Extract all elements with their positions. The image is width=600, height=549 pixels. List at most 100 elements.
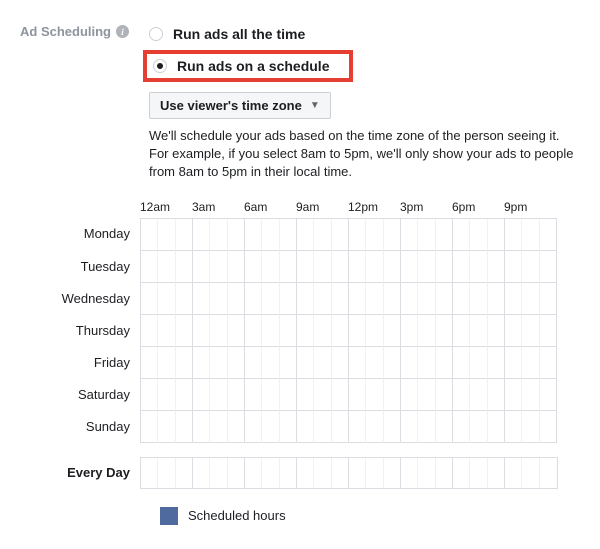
schedule-cell[interactable] <box>470 283 487 315</box>
schedule-cell[interactable] <box>176 315 193 347</box>
schedule-cell[interactable] <box>349 219 366 251</box>
everyday-cells[interactable] <box>140 457 558 489</box>
everyday-cell[interactable] <box>262 458 279 488</box>
everyday-cell[interactable] <box>418 458 435 488</box>
schedule-cell[interactable] <box>297 315 314 347</box>
schedule-cell[interactable] <box>522 347 539 379</box>
schedule-cell[interactable] <box>436 283 453 315</box>
info-icon[interactable]: i <box>116 25 129 38</box>
schedule-cell[interactable] <box>505 411 522 443</box>
schedule-cell[interactable] <box>349 379 366 411</box>
schedule-cell[interactable] <box>418 411 435 443</box>
schedule-cell[interactable] <box>297 251 314 283</box>
schedule-cell[interactable] <box>436 251 453 283</box>
schedule-cell[interactable] <box>401 379 418 411</box>
schedule-cell[interactable] <box>262 283 279 315</box>
schedule-cell[interactable] <box>193 251 210 283</box>
schedule-cell[interactable] <box>280 379 297 411</box>
schedule-cell[interactable] <box>210 315 227 347</box>
schedule-cell[interactable] <box>297 219 314 251</box>
schedule-cell[interactable] <box>158 283 175 315</box>
schedule-cell[interactable] <box>228 219 245 251</box>
schedule-cell[interactable] <box>262 315 279 347</box>
schedule-cell[interactable] <box>349 251 366 283</box>
schedule-cell[interactable] <box>436 411 453 443</box>
everyday-cell[interactable] <box>522 458 539 488</box>
schedule-cell[interactable] <box>228 283 245 315</box>
schedule-cell[interactable] <box>210 251 227 283</box>
schedule-cell[interactable] <box>540 379 557 411</box>
schedule-cell[interactable] <box>245 379 262 411</box>
schedule-cell[interactable] <box>314 411 331 443</box>
radio-run-on-schedule[interactable]: Run ads on a schedule <box>143 50 353 82</box>
everyday-cell[interactable] <box>401 458 418 488</box>
schedule-cell[interactable] <box>453 315 470 347</box>
schedule-cell[interactable] <box>418 251 435 283</box>
schedule-cell[interactable] <box>470 379 487 411</box>
schedule-cell[interactable] <box>297 379 314 411</box>
schedule-cell[interactable] <box>505 251 522 283</box>
schedule-cell[interactable] <box>488 379 505 411</box>
schedule-cell[interactable] <box>453 251 470 283</box>
schedule-cell[interactable] <box>158 251 175 283</box>
schedule-cell[interactable] <box>332 251 349 283</box>
schedule-cell[interactable] <box>210 379 227 411</box>
schedule-cell[interactable] <box>505 315 522 347</box>
schedule-cell[interactable] <box>384 411 401 443</box>
schedule-cell[interactable] <box>228 411 245 443</box>
schedule-cell[interactable] <box>314 219 331 251</box>
schedule-cell[interactable] <box>436 219 453 251</box>
schedule-cell[interactable] <box>228 251 245 283</box>
schedule-cell[interactable] <box>349 347 366 379</box>
schedule-cell[interactable] <box>245 347 262 379</box>
everyday-cell[interactable] <box>349 458 366 488</box>
schedule-cell[interactable] <box>453 283 470 315</box>
schedule-cell[interactable] <box>488 251 505 283</box>
everyday-cell[interactable] <box>453 458 470 488</box>
schedule-cell[interactable] <box>158 379 175 411</box>
schedule-cell[interactable] <box>158 219 175 251</box>
schedule-cell[interactable] <box>297 411 314 443</box>
everyday-cell[interactable] <box>193 458 210 488</box>
schedule-cell[interactable] <box>210 411 227 443</box>
schedule-cell[interactable] <box>384 315 401 347</box>
schedule-cell[interactable] <box>401 411 418 443</box>
everyday-cell[interactable] <box>176 458 193 488</box>
schedule-cell[interactable] <box>141 379 158 411</box>
day-cells[interactable] <box>140 315 557 347</box>
schedule-cell[interactable] <box>418 315 435 347</box>
schedule-cell[interactable] <box>540 283 557 315</box>
schedule-cell[interactable] <box>141 219 158 251</box>
schedule-cell[interactable] <box>193 283 210 315</box>
schedule-cell[interactable] <box>366 283 383 315</box>
day-cells[interactable] <box>140 283 557 315</box>
schedule-cell[interactable] <box>280 251 297 283</box>
schedule-cell[interactable] <box>228 315 245 347</box>
schedule-cell[interactable] <box>522 315 539 347</box>
schedule-cell[interactable] <box>349 315 366 347</box>
schedule-cell[interactable] <box>470 347 487 379</box>
schedule-cell[interactable] <box>245 251 262 283</box>
schedule-cell[interactable] <box>262 379 279 411</box>
schedule-cell[interactable] <box>141 315 158 347</box>
schedule-cell[interactable] <box>366 251 383 283</box>
schedule-cell[interactable] <box>193 411 210 443</box>
radio-run-all-time[interactable]: Run ads all the time <box>143 24 353 44</box>
schedule-cell[interactable] <box>193 315 210 347</box>
schedule-cell[interactable] <box>193 219 210 251</box>
schedule-cell[interactable] <box>540 347 557 379</box>
schedule-cell[interactable] <box>505 219 522 251</box>
everyday-cell[interactable] <box>228 458 245 488</box>
schedule-cell[interactable] <box>332 411 349 443</box>
schedule-cell[interactable] <box>158 411 175 443</box>
schedule-cell[interactable] <box>522 251 539 283</box>
schedule-cell[interactable] <box>280 283 297 315</box>
schedule-cell[interactable] <box>505 347 522 379</box>
schedule-cell[interactable] <box>384 283 401 315</box>
schedule-cell[interactable] <box>332 283 349 315</box>
everyday-cell[interactable] <box>540 458 557 488</box>
everyday-cell[interactable] <box>488 458 505 488</box>
everyday-cell[interactable] <box>366 458 383 488</box>
schedule-cell[interactable] <box>176 283 193 315</box>
schedule-cell[interactable] <box>280 315 297 347</box>
